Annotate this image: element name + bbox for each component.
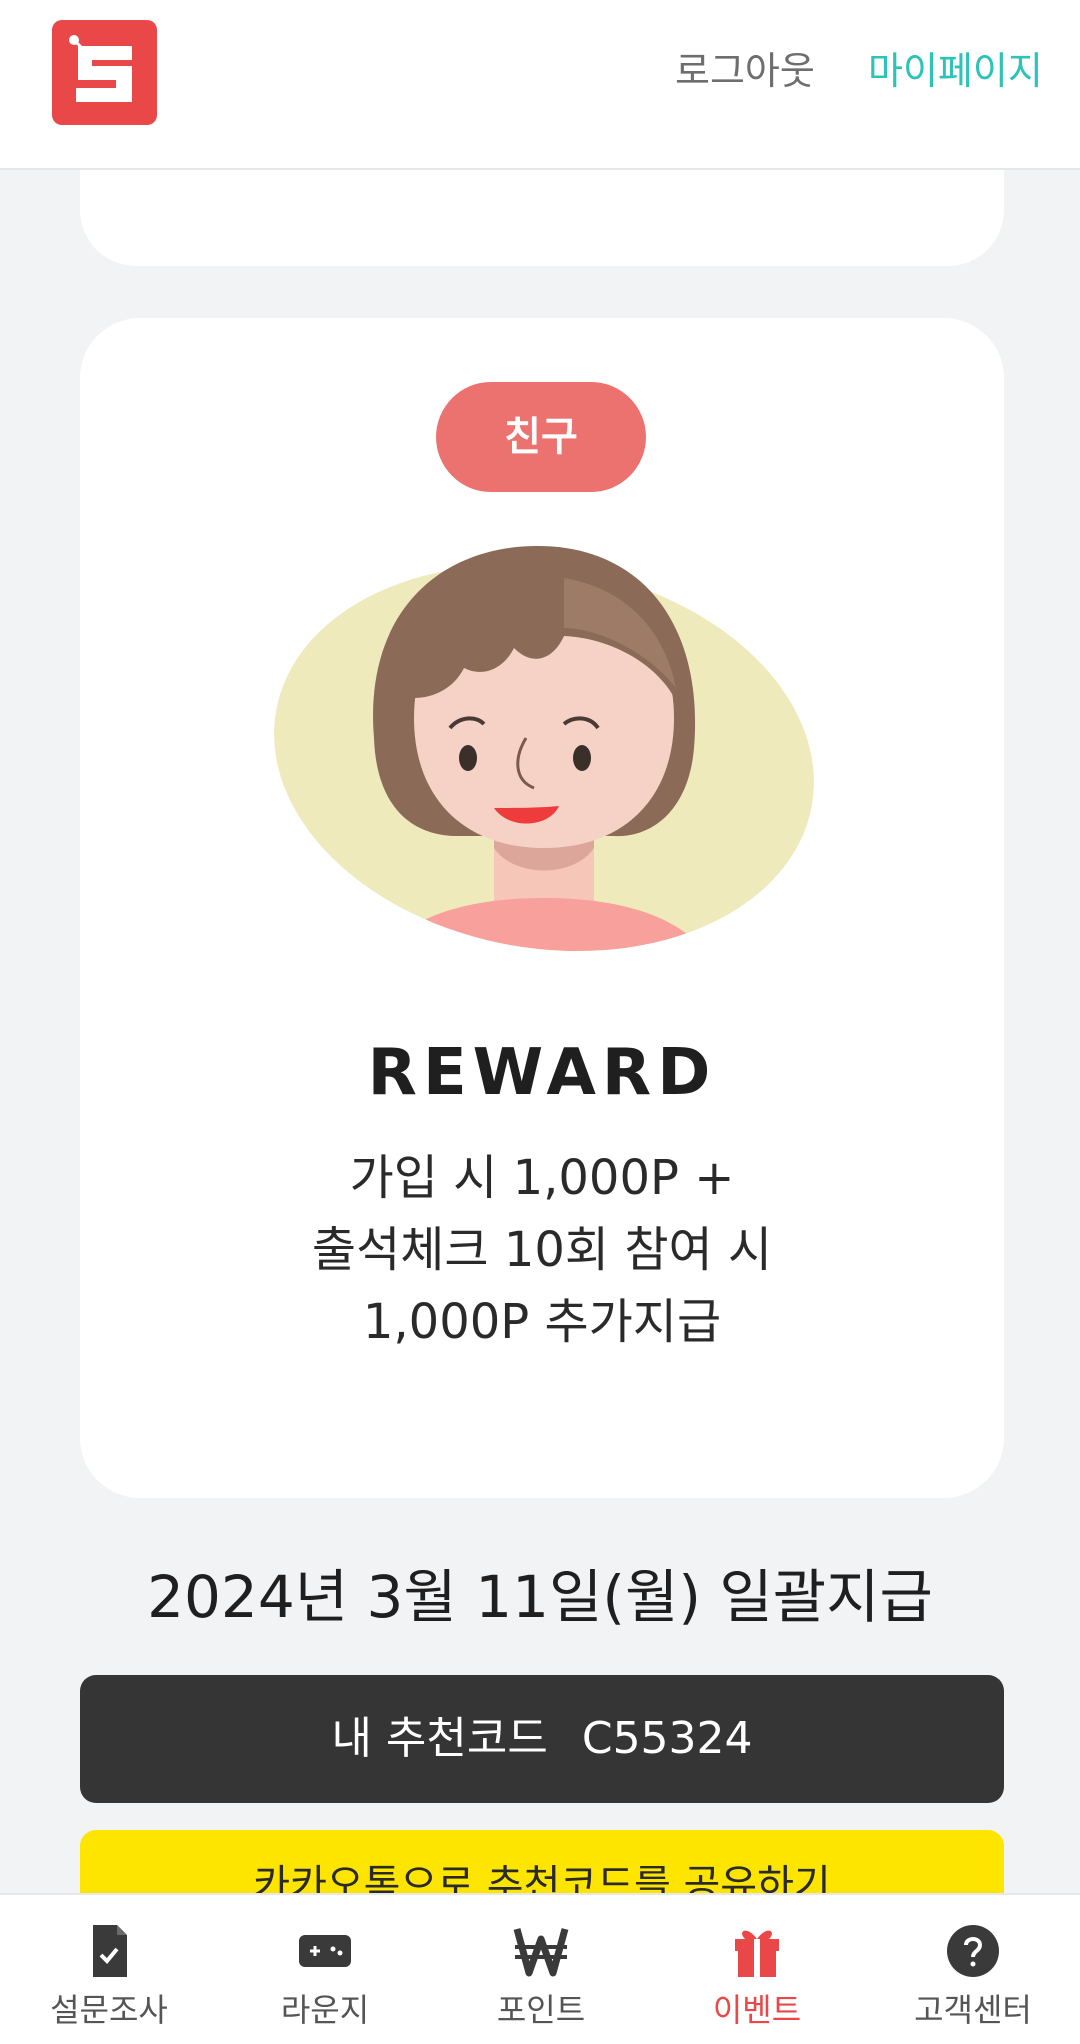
won-icon (511, 1921, 571, 1981)
reward-title: REWARD (367, 1036, 717, 1110)
friend-tag: 친구 (436, 382, 646, 492)
help-icon (943, 1921, 1003, 1981)
nav-label: 설문조사 (50, 1991, 168, 2029)
s-logo-icon[interactable] (52, 20, 157, 125)
top-header: 로그아웃 마이페이지 (0, 0, 1080, 170)
nav-item-point[interactable]: 포인트 (441, 1921, 641, 2031)
nav-item-support[interactable]: 고객센터 (873, 1921, 1073, 2031)
nav-label: 이벤트 (712, 1991, 802, 2029)
nav-item-lounge[interactable]: 라운지 (225, 1921, 425, 2031)
reward-description: 가입 시 1,000P + 출석체크 10회 참여 시 1,000P 추가지급 (80, 1142, 1004, 1358)
reward-desc-line: 가입 시 1,000P + (349, 1150, 735, 1206)
gamepad-icon (295, 1921, 355, 1981)
reward-card: 친구 REWARD 가입 시 1,000P + 출석체크 10회 참여 시 1,… (80, 318, 1004, 1498)
nav-label: 고객센터 (914, 1991, 1032, 2029)
gift-icon (727, 1921, 787, 1981)
mypage-link[interactable]: 마이페이지 (868, 46, 1043, 96)
reward-desc-line: 1,000P 추가지급 (362, 1294, 722, 1350)
logout-link[interactable]: 로그아웃 (675, 46, 815, 96)
referral-code-label: 내 추천코드 (331, 1713, 548, 1764)
reward-desc-line: 출석체크 10회 참여 시 (311, 1222, 773, 1278)
friend-avatar-illustration (264, 518, 824, 978)
nav-label: 라운지 (280, 1991, 370, 2029)
payment-date-text: 2024년 3월 11일(월) 일괄지급 (147, 1563, 933, 1631)
nav-label: 포인트 (496, 1991, 586, 2029)
nav-item-survey[interactable]: 설문조사 (9, 1921, 209, 2031)
bottom-navigation: 설문조사 라운지 포인트 이벤트 고객센터 (0, 1893, 1080, 2044)
nav-item-event[interactable]: 이벤트 (657, 1921, 857, 2031)
referral-code-bar[interactable]: 내 추천코드 C55324 (80, 1675, 1004, 1803)
referral-code-value: C55324 (581, 1713, 753, 1764)
survey-icon (79, 1921, 139, 1981)
